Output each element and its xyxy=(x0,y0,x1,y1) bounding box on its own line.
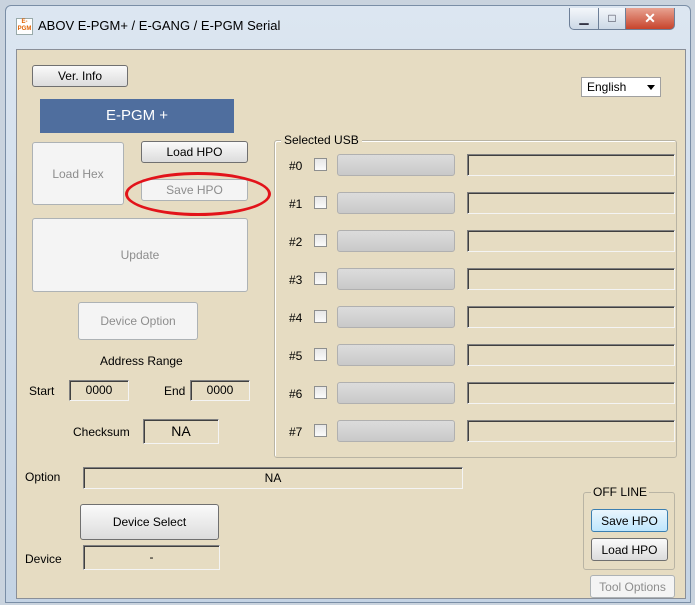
usb-status-field-2 xyxy=(467,230,675,252)
usb-row-1: #1 xyxy=(275,192,676,216)
device-field: - xyxy=(83,545,220,570)
usb-progress-bar-2 xyxy=(337,230,455,252)
offline-group: OFF LINE Save HPO Load HPO xyxy=(583,485,675,570)
usb-status-field-0 xyxy=(467,154,675,176)
usb-progress-bar-4 xyxy=(337,306,455,328)
usb-progress-bar-3 xyxy=(337,268,455,290)
option-label: Option xyxy=(25,470,61,484)
start-address-field: 0000 xyxy=(69,380,129,401)
usb-status-field-5 xyxy=(467,344,675,366)
usb-label: #3 xyxy=(289,273,303,287)
usb-label: #0 xyxy=(289,159,303,173)
usb-checkbox-0[interactable] xyxy=(314,158,327,171)
update-button[interactable]: Update xyxy=(32,218,248,292)
usb-row-5: #5 xyxy=(275,344,676,368)
end-address-field: 0000 xyxy=(190,380,250,401)
brand-banner: E-PGM + xyxy=(40,99,234,133)
usb-checkbox-4[interactable] xyxy=(314,310,327,323)
usb-row-3: #3 xyxy=(275,268,676,292)
offline-title: OFF LINE xyxy=(591,485,650,499)
start-label: Start xyxy=(29,384,55,398)
checksum-field: NA xyxy=(143,419,219,444)
usb-label: #4 xyxy=(289,311,303,325)
usb-progress-bar-6 xyxy=(337,382,455,404)
offline-save-hpo-button[interactable]: Save HPO xyxy=(591,509,668,532)
annotation-circle xyxy=(125,172,271,216)
device-option-button[interactable]: Device Option xyxy=(78,302,198,340)
selected-usb-group: Selected USB #0 #1 #2 #3 #4 #5 #6 #7 xyxy=(274,133,677,458)
minimize-button[interactable]: ▁ xyxy=(569,8,599,30)
usb-checkbox-1[interactable] xyxy=(314,196,327,209)
app-window: E-PGM ABOV E-PGM+ / E-GANG / E-PGM Seria… xyxy=(5,5,691,603)
usb-progress-bar-1 xyxy=(337,192,455,214)
chevron-down-icon xyxy=(647,85,655,90)
usb-label: #1 xyxy=(289,197,303,211)
tool-options-button[interactable]: Tool Options xyxy=(590,575,675,598)
address-range-title: Address Range xyxy=(100,354,183,368)
usb-checkbox-3[interactable] xyxy=(314,272,327,285)
usb-label: #2 xyxy=(289,235,303,249)
usb-row-4: #4 xyxy=(275,306,676,330)
usb-label: #7 xyxy=(289,425,303,439)
offline-load-hpo-button[interactable]: Load HPO xyxy=(591,538,668,561)
usb-progress-bar-0 xyxy=(337,154,455,176)
usb-row-2: #2 xyxy=(275,230,676,254)
usb-progress-bar-7 xyxy=(337,420,455,442)
usb-status-field-6 xyxy=(467,382,675,404)
selected-usb-title: Selected USB xyxy=(281,133,362,147)
device-select-button[interactable]: Device Select xyxy=(80,504,219,540)
usb-progress-bar-5 xyxy=(337,344,455,366)
client-area: Ver. Info English E-PGM + Load Hex Load … xyxy=(16,49,686,599)
language-select[interactable]: English xyxy=(581,77,661,97)
usb-row-6: #6 xyxy=(275,382,676,406)
usb-status-field-4 xyxy=(467,306,675,328)
load-hpo-button[interactable]: Load HPO xyxy=(141,141,248,163)
usb-row-7: #7 xyxy=(275,420,676,444)
usb-checkbox-6[interactable] xyxy=(314,386,327,399)
usb-checkbox-7[interactable] xyxy=(314,424,327,437)
usb-row-0: #0 xyxy=(275,154,676,178)
end-label: End xyxy=(164,384,186,398)
ver-info-button[interactable]: Ver. Info xyxy=(32,65,128,87)
title-bar[interactable]: E-PGM ABOV E-PGM+ / E-GANG / E-PGM Seria… xyxy=(6,6,690,44)
language-value: English xyxy=(587,80,627,94)
usb-checkbox-5[interactable] xyxy=(314,348,327,361)
load-hex-button[interactable]: Load Hex xyxy=(32,142,124,205)
maximize-button[interactable]: □ xyxy=(598,8,626,30)
close-button[interactable]: ✕ xyxy=(625,8,675,30)
usb-label: #5 xyxy=(289,349,303,363)
usb-label: #6 xyxy=(289,387,303,401)
usb-checkbox-2[interactable] xyxy=(314,234,327,247)
checksum-label: Checksum xyxy=(73,425,130,439)
usb-status-field-7 xyxy=(467,420,675,442)
app-logo-icon: E-PGM xyxy=(16,18,33,35)
option-field: NA xyxy=(83,467,463,489)
device-label: Device xyxy=(25,552,62,566)
usb-status-field-1 xyxy=(467,192,675,214)
window-title: ABOV E-PGM+ / E-GANG / E-PGM Serial xyxy=(38,18,281,33)
usb-status-field-3 xyxy=(467,268,675,290)
